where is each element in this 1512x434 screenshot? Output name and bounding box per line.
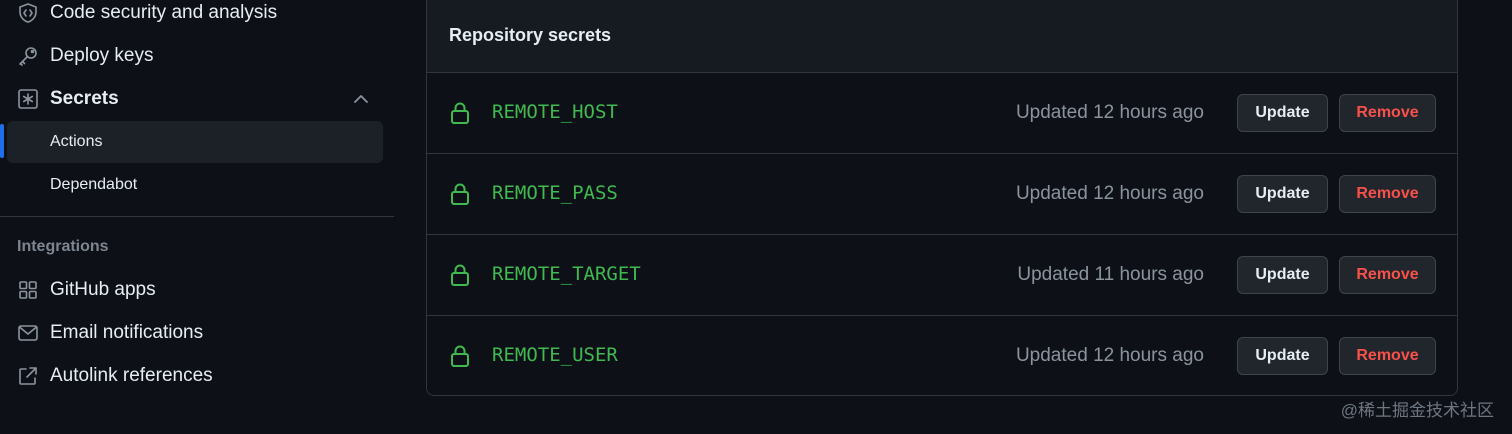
sidebar-item-email-notifications[interactable]: Email notifications (0, 312, 383, 354)
secret-row: REMOTE_USER Updated 12 hours ago Update … (427, 316, 1457, 395)
sidebar-subitem-label: Actions (50, 133, 103, 150)
update-button[interactable]: Update (1237, 337, 1328, 375)
secret-updated: Updated 12 hours ago (1015, 102, 1204, 123)
secret-updated: Updated 12 hours ago (1015, 345, 1204, 366)
asterisk-icon (16, 87, 40, 111)
lock-icon (449, 182, 471, 206)
sidebar-item-autolink-references[interactable]: Autolink references (0, 355, 383, 397)
lock-icon (449, 344, 471, 368)
secret-name: REMOTE_PASS (492, 182, 618, 204)
sidebar-item-github-apps[interactable]: GitHub apps (0, 269, 383, 311)
remove-button[interactable]: Remove (1339, 94, 1436, 132)
chevron-up-icon[interactable] (350, 88, 372, 110)
sidebar-item-label: GitHub apps (50, 279, 156, 300)
link-external-icon (16, 364, 40, 388)
settings-sidebar: Code security and analysis Deploy keys S… (0, 0, 394, 434)
sidebar-subitem-label: Dependabot (50, 176, 138, 193)
lock-icon (449, 263, 471, 287)
sidebar-item-label: Secrets (50, 88, 119, 109)
sidebar-item-secrets[interactable]: Secrets (0, 78, 383, 120)
repository-secrets-box: Repository secrets REMOTE_HOST Updated 1… (426, 0, 1458, 396)
secret-row: REMOTE_PASS Updated 12 hours ago Update … (427, 154, 1457, 235)
secret-row: REMOTE_HOST Updated 12 hours ago Update … (427, 73, 1457, 154)
update-button[interactable]: Update (1237, 94, 1328, 132)
sidebar-item-label: Email notifications (50, 322, 204, 343)
sidebar-subitem-actions[interactable]: Actions (7, 121, 383, 163)
active-indicator (0, 124, 4, 158)
sidebar-item-label: Autolink references (50, 365, 213, 386)
box-header: Repository secrets (427, 0, 1457, 73)
secret-updated: Updated 12 hours ago (1015, 183, 1204, 204)
secret-row: REMOTE_TARGET Updated 11 hours ago Updat… (427, 235, 1457, 316)
code-security-icon (16, 1, 40, 25)
sidebar-item-deploy-keys[interactable]: Deploy keys (0, 35, 383, 77)
remove-button[interactable]: Remove (1339, 175, 1436, 213)
sidebar-item-code-security[interactable]: Code security and analysis (0, 0, 383, 34)
lock-icon (449, 101, 471, 125)
sidebar-item-label: Code security and analysis (50, 2, 278, 23)
watermark: @稀土掘金技术社区 (1340, 401, 1494, 420)
secret-name: REMOTE_HOST (492, 101, 618, 123)
secret-name: REMOTE_TARGET (492, 263, 641, 285)
integrations-heading: Integrations (17, 238, 109, 255)
update-button[interactable]: Update (1237, 175, 1328, 213)
apps-icon (16, 278, 40, 302)
remove-button[interactable]: Remove (1339, 337, 1436, 375)
secret-name: REMOTE_USER (492, 344, 618, 366)
update-button[interactable]: Update (1237, 256, 1328, 294)
sidebar-subitem-dependabot[interactable]: Dependabot (7, 164, 383, 206)
sidebar-divider (0, 216, 394, 217)
remove-button[interactable]: Remove (1339, 256, 1436, 294)
sidebar-item-label: Deploy keys (50, 45, 154, 66)
box-title: Repository secrets (449, 25, 612, 45)
secret-updated: Updated 11 hours ago (1017, 264, 1204, 285)
mail-icon (16, 321, 40, 345)
key-icon (16, 44, 40, 68)
